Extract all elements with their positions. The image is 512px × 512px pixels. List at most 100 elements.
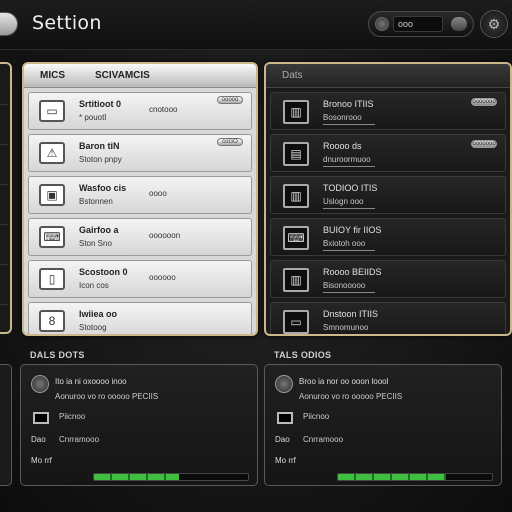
divider [323,124,375,125]
divider [323,208,375,209]
list-item-subtitle: Bstonnen [79,197,113,206]
list-item-subtitle: Bisonooooo [323,281,366,290]
panel-header-label: Dats [282,70,303,81]
divider [0,184,8,185]
list-item-title: Roooo ds [323,141,362,151]
side-panel-stub[interactable] [0,62,12,334]
divider [323,250,375,251]
list-item[interactable]: ▯ Scostoon 0 Icon cos oooooo [28,260,252,298]
list-item-subtitle: Bxiotoh ooo [323,239,366,248]
divider [323,334,375,335]
window-icon: ▥ [283,268,309,292]
bottom-side-stub [0,364,12,486]
list-item[interactable]: 8 Iwiiea oo Stotoog [28,302,252,334]
info-line: Ito ia ni oxoooo inoo [55,377,127,386]
list-item-label: Dao [275,435,290,444]
divider [0,264,8,265]
list-item[interactable]: ⌨ BUIOY fir IIOS Bxiotoh ooo [270,218,506,256]
list-item-subtitle: Ston Sno [79,239,112,248]
monitor-icon [277,412,293,424]
keyboard-icon: ⌨ [283,226,309,250]
settings-button[interactable]: ⚙ [480,10,508,38]
list-item[interactable]: ▥ Roooo BEIIDS Bisonooooo [270,260,506,298]
divider [0,144,8,145]
list-item[interactable]: ▥ TODIOO ITIS Uslogn ooo [270,176,506,214]
list-item-title: Roooo BEIIDS [323,267,382,277]
toggle-knob[interactable] [451,17,467,31]
list-item-title: Scostoon 0 [79,267,128,277]
progress-fill [94,474,179,480]
list-item-title: TODIOO ITIS [323,183,378,193]
info-line: Aonuroo vo ro ooooo PECIIS [299,392,403,401]
list-item-detail: cnotooo [149,105,178,114]
info-line: Aonuroo vo ro ooooo PECIIS [55,392,159,401]
right-list-panel: Dats ▥ Bronoo ITIIS Bosonrooo ooooooo ▤ Roooo… [264,62,512,336]
list-item-title: Srtitioot 0 [79,99,121,109]
list-item-subtitle: Icon cos [79,281,109,290]
list-item-title: Bronoo ITIIS [323,99,374,109]
search-bar[interactable]: ooo [368,11,474,37]
divider [0,304,8,305]
list-item[interactable]: ▥ Bronoo ITIIS Bosonrooo ooooooo [270,92,506,130]
list-item-label: Dao [31,435,46,444]
window-icon: ▥ [283,184,309,208]
divider [0,224,8,225]
list-item-subtitle: Bosonrooo [323,113,362,122]
monitor-icon: ▭ [39,100,65,122]
list-item[interactable]: ⚠ Baron tiN Stoton pnpy coGO [28,134,252,172]
search-input[interactable]: ooo [393,16,443,32]
triangle-icon: ⚠ [39,142,65,164]
list-item-subtitle: Uslogn ooo [323,197,364,206]
left-list-panel: MICS SCIVAMCIS ▭ Srtitioot 0 * pouotl cnoto… [22,62,258,336]
status-badge[interactable]: coGO [217,138,243,146]
column-header[interactable]: MICS [40,70,65,81]
list-item-detail: oooooon [149,231,181,240]
list-item[interactable]: Cnrramooo [303,435,343,444]
status-badge[interactable]: ooooooo [471,98,497,106]
document-icon: 8 [39,310,65,332]
list-item[interactable]: ▭ Srtitioot 0 * pouotl cnotooo ooooo [28,92,252,130]
progress-bar [337,473,493,481]
list-item-subtitle: Stotoog [79,323,107,332]
list-item[interactable]: Mo rrf [275,456,296,465]
list-item[interactable]: Cnrramooo [59,435,99,444]
list-item-title: Baron tiN [79,141,120,151]
list-item[interactable]: ▤ Roooo ds dnuroormuoo ooooooo [270,134,506,172]
column-header[interactable]: SCIVAMCIS [95,70,150,81]
status-badge[interactable]: ooooooo [471,140,497,148]
list-item-title: Iwiiea oo [79,309,118,319]
status-badge[interactable]: ooooo [217,96,243,104]
right-panel-header: Dats [266,64,510,88]
search-icon [375,17,389,31]
progress-fill [338,474,446,480]
left-panel-header: MICS SCIVAMCIS [24,64,256,88]
bottom-right-panel: Broo ia nor oo ooon loool Aonuroo vo ro … [264,364,502,486]
list-item-title: Gairfoo a [79,225,119,235]
phone-icon: ▤ [283,142,309,166]
window-icon: ▥ [283,100,309,124]
list-item-title: Dnstoon ITIIS [323,309,379,319]
image-icon: ▣ [39,184,65,206]
list-item[interactable]: Piicnoo [303,412,329,421]
section-label: DALS DOTS [30,350,85,360]
page-title: Settion [32,12,102,34]
progress-bar [93,473,249,481]
list-item-title: Wasfoo cis [79,183,127,193]
divider [0,104,8,105]
list-item[interactable]: ⌨ Gairfoo a Ston Sno oooooon [28,218,252,256]
keyboard-icon: ⌨ [39,226,65,248]
list-item-subtitle: Stoton pnpy [79,155,122,164]
location-pin-icon [275,375,293,393]
list-item[interactable]: ▣ Wasfoo cis Bstonnen oooo [28,176,252,214]
list-item-detail: oooo [149,189,167,198]
list-item[interactable]: Mo rrf [31,456,52,465]
list-item[interactable]: Piicnoo [59,412,85,421]
info-line: Broo ia nor oo ooon loool [299,377,389,386]
divider [323,292,375,293]
monitor-icon [33,412,49,424]
list-item-title: BUIOY fir IIOS [323,225,382,235]
gear-icon: ⚙ [487,15,501,32]
list-item-detail: oooooo [149,273,176,282]
list-item[interactable]: ▭ Dnstoon ITIIS Smnomunoo [270,302,506,335]
location-pin-icon [31,375,49,393]
